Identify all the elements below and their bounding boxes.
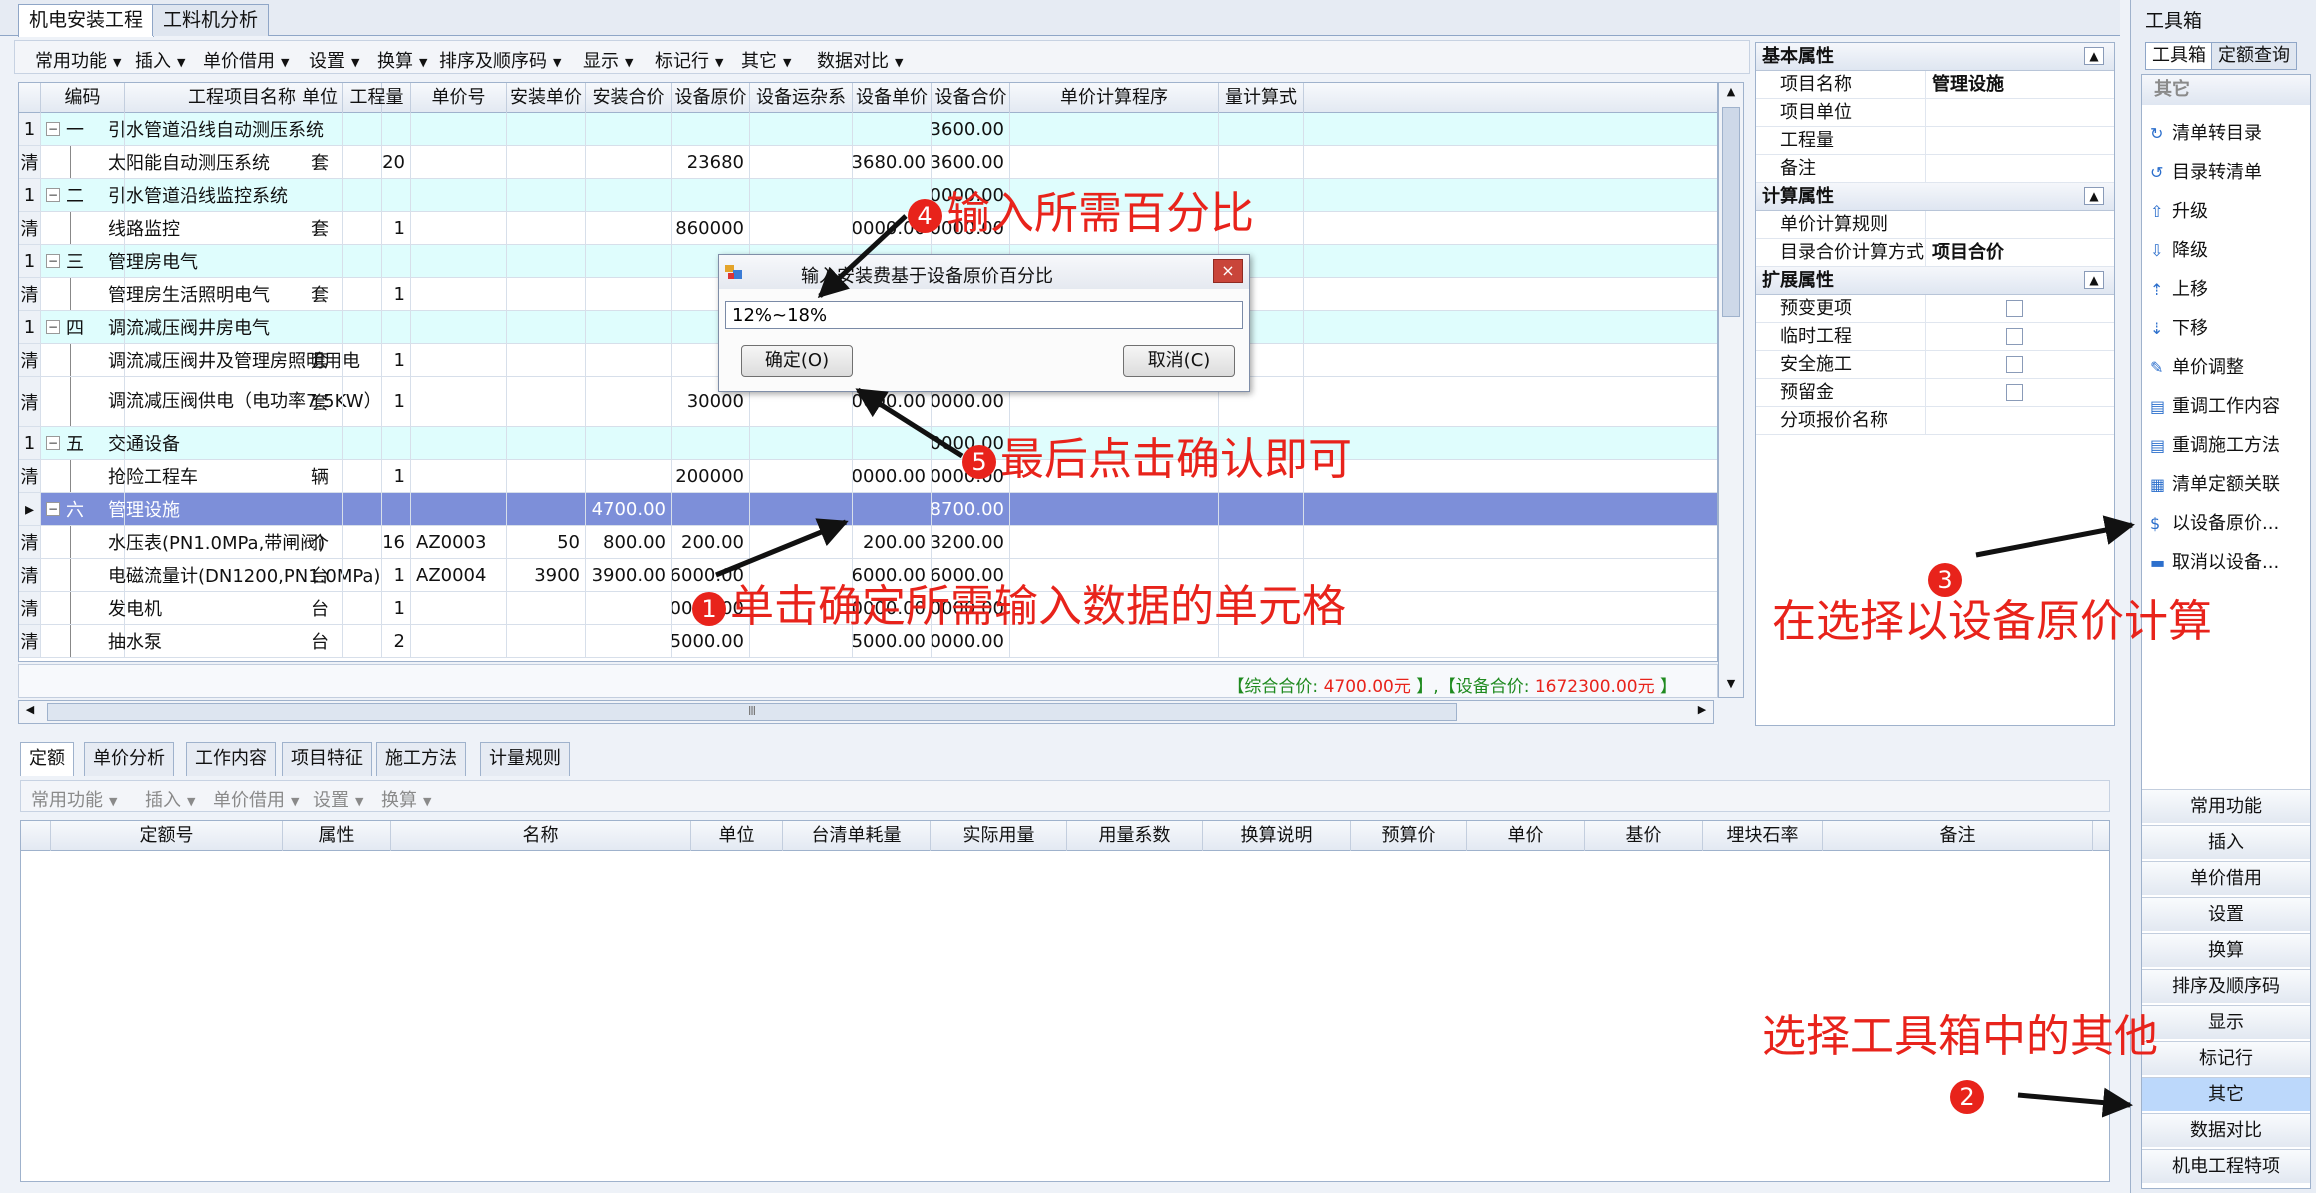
annotation-2-text: 选择工具箱中的其他: [1762, 1011, 2158, 1062]
annotation-5: 5 最后点击确认即可: [962, 438, 1352, 482]
step-number-3: 3: [1928, 563, 1962, 597]
annotation-4-text: 输入所需百分比: [946, 188, 1254, 239]
annotation-1-text: 单击确定所需输入数据的单元格: [730, 581, 1346, 632]
step-number-2: 2: [1950, 1080, 1984, 1114]
annotation-2-number: 2: [1950, 1073, 1988, 1117]
annotation-5-text: 最后点击确认即可: [1000, 434, 1352, 485]
arrow-5: [855, 387, 964, 459]
annotation-1: 1 单击确定所需输入数据的单元格: [692, 585, 1346, 629]
arrow-2: [2017, 1087, 2133, 1118]
annotation-3: 在选择以设备原价计算: [1772, 600, 2212, 644]
arrow-4: [817, 214, 908, 299]
arrow-3: [1975, 515, 2135, 558]
annotation-3-text: 在选择以设备原价计算: [1772, 596, 2212, 647]
annotation-4: 4 输入所需百分比: [908, 192, 1254, 236]
annotation-2: 选择工具箱中的其他: [1762, 1015, 2158, 1059]
step-number-4: 4: [908, 199, 942, 233]
step-number-1: 1: [692, 592, 726, 626]
arrow-1: [715, 518, 849, 578]
annotation-3-number: 3: [1928, 556, 1966, 600]
step-number-5: 5: [962, 445, 996, 479]
